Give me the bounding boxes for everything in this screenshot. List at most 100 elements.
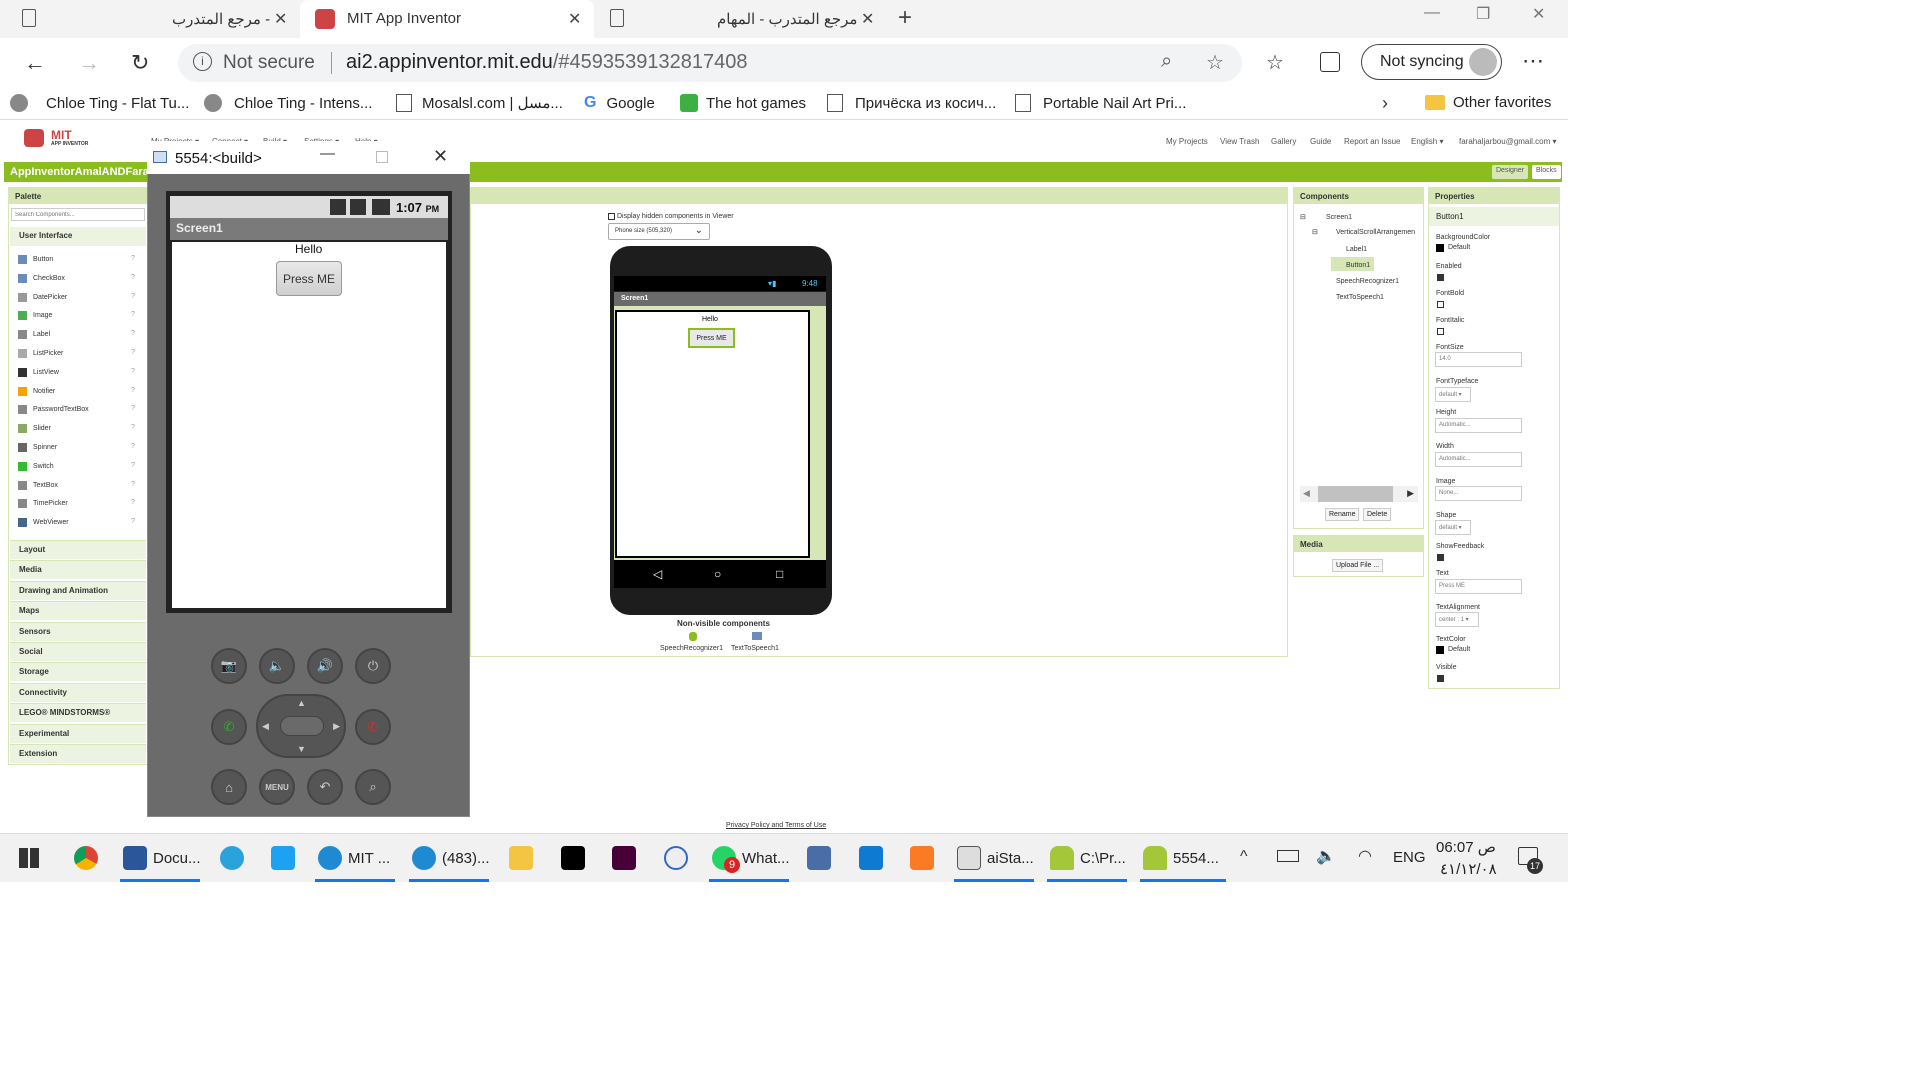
textalignment-select[interactable]: center : 1 ▾: [1435, 612, 1479, 627]
designer-button[interactable]: Designer: [1492, 165, 1529, 179]
palette-item-webviewer[interactable]: WebViewer: [18, 518, 69, 528]
showfeedback-checkbox[interactable]: [1437, 554, 1444, 561]
app-a-icon[interactable]: [664, 846, 688, 870]
help-icon[interactable]: ?: [131, 330, 135, 337]
volume-icon[interactable]: 🔈: [1316, 846, 1336, 866]
call-icon[interactable]: ✆: [211, 709, 247, 745]
palette-item-listview[interactable]: ListView: [18, 367, 59, 377]
nonvisible-tts[interactable]: TextToSpeech1: [731, 645, 779, 652]
components-scrollbar[interactable]: ◀ ▶: [1300, 486, 1418, 502]
xampp-icon[interactable]: [910, 846, 934, 870]
mit-logo[interactable]: MIT APP INVENTOR: [22, 127, 102, 151]
dpad[interactable]: ▲ ▼ ◀ ▶: [256, 694, 346, 758]
scroll-right-icon[interactable]: ▶: [1407, 488, 1414, 499]
url-text[interactable]: ai2.appinventor.mit.edu/#459353913281740…: [346, 51, 747, 74]
emulator-maximize-icon[interactable]: [376, 151, 388, 163]
help-icon[interactable]: ?: [131, 462, 135, 469]
palette-item-label[interactable]: Label: [18, 330, 50, 340]
tree-toggle[interactable]: ⊟: [1312, 228, 1318, 236]
palette-item-listpicker[interactable]: ListPicker: [18, 349, 63, 358]
tree-button1[interactable]: Button1: [1346, 262, 1370, 269]
volume-down-icon[interactable]: 🔈: [259, 648, 295, 684]
forward-icon[interactable]: →: [78, 50, 100, 76]
menu-button[interactable]: MENU: [259, 769, 295, 805]
favorites-icon[interactable]: ☆: [1266, 50, 1284, 75]
language-indicator[interactable]: ENG: [1393, 849, 1426, 866]
windows-start-icon[interactable]: [19, 848, 39, 868]
bookmark-5[interactable]: The hot games: [680, 94, 806, 112]
chrome-icon[interactable]: [74, 846, 98, 870]
bookmark-4[interactable]: G Google: [584, 94, 655, 112]
palette-category[interactable]: Drawing and Animation: [10, 580, 146, 600]
virtualbox-icon[interactable]: [807, 846, 831, 870]
palette-item-passwordtextbox[interactable]: PasswordTextBox: [18, 405, 89, 415]
end-call-icon[interactable]: ✆: [355, 709, 391, 745]
enabled-checkbox[interactable]: [1437, 274, 1444, 281]
star-icon[interactable]: ☆: [1206, 50, 1224, 75]
bookmark-6[interactable]: Причёска из косич...: [827, 94, 996, 112]
fontbold-checkbox[interactable]: [1437, 301, 1444, 308]
tree-toggle[interactable]: ⊟: [1300, 213, 1306, 221]
palette-category[interactable]: Maps: [10, 601, 146, 621]
palette-item-switch[interactable]: Switch: [18, 461, 54, 471]
fontsize-input[interactable]: 14.0: [1435, 352, 1522, 367]
close-icon[interactable]: ✕: [274, 9, 287, 29]
tab-2[interactable]: MIT App Inventor ✕: [300, 0, 594, 38]
adobe-xd-icon[interactable]: [612, 846, 636, 870]
search-icon[interactable]: ⌕: [1161, 50, 1172, 73]
link-guide[interactable]: Guide: [1310, 137, 1331, 146]
help-icon[interactable]: ?: [131, 293, 135, 300]
palette-item-textbox[interactable]: TextBox: [18, 480, 58, 490]
dpad-up-icon[interactable]: ▲: [297, 698, 306, 708]
palette-item-slider[interactable]: Slider: [18, 424, 51, 434]
viewer-button[interactable]: Press ME: [688, 328, 735, 348]
link-view-trash[interactable]: View Trash: [1220, 137, 1259, 146]
palette-item-checkbox[interactable]: CheckBox: [18, 273, 65, 283]
help-icon[interactable]: ?: [131, 255, 135, 262]
taskbar-edge-483[interactable]: (483)...: [412, 846, 490, 870]
fontitalic-checkbox[interactable]: [1437, 328, 1444, 335]
palette-item-button[interactable]: Button: [18, 255, 53, 264]
blocks-button[interactable]: Blocks: [1532, 165, 1561, 179]
height-input[interactable]: Automatic...: [1435, 418, 1522, 433]
rename-button[interactable]: Rename: [1325, 508, 1360, 521]
palette-category[interactable]: Media: [10, 560, 146, 580]
emulator-close-icon[interactable]: ✕: [433, 146, 448, 167]
taskbar-cmd[interactable]: C:\Pr...: [1050, 846, 1126, 870]
close-icon[interactable]: ✕: [568, 9, 581, 29]
taskbar-aistarter[interactable]: aiSta...: [957, 846, 1034, 870]
help-icon[interactable]: ?: [131, 311, 135, 318]
other-favorites[interactable]: Other favorites: [1425, 94, 1551, 111]
battery-tray-icon[interactable]: [1277, 850, 1299, 862]
new-tab-button[interactable]: +: [898, 4, 912, 32]
taskbar-word[interactable]: Docu...: [123, 846, 201, 870]
bgcolor-swatch[interactable]: [1436, 244, 1444, 252]
help-icon[interactable]: ?: [131, 443, 135, 450]
home-icon[interactable]: ⌂: [211, 769, 247, 805]
dpad-left-icon[interactable]: ◀: [262, 721, 269, 732]
restore-icon[interactable]: ❐: [1476, 4, 1490, 24]
nonvisible-speech[interactable]: SpeechRecognizer1: [660, 645, 723, 652]
help-icon[interactable]: ?: [131, 368, 135, 375]
search-icon[interactable]: ⌕: [355, 769, 391, 805]
tab-1[interactable]: مرجع المتدرب - ✕: [0, 0, 300, 38]
upload-file-button[interactable]: Upload File ...: [1332, 559, 1384, 572]
palette-search-input[interactable]: [11, 208, 145, 221]
emulator-minimize-icon[interactable]: —: [320, 145, 335, 162]
image-input[interactable]: None...: [1435, 486, 1522, 501]
dpad-center[interactable]: [280, 716, 324, 736]
palette-item-notifier[interactable]: Notifier: [18, 386, 55, 396]
palette-section-header[interactable]: User Interface: [10, 227, 146, 246]
scroll-left-icon[interactable]: ◀: [1303, 488, 1310, 499]
text-input[interactable]: Press ME: [1435, 579, 1522, 594]
help-icon[interactable]: ?: [131, 349, 135, 356]
help-icon[interactable]: ?: [131, 387, 135, 394]
visible-checkbox[interactable]: [1437, 675, 1444, 682]
help-icon[interactable]: ?: [131, 499, 135, 506]
bookmark-1[interactable]: Chloe Ting - Flat Tu...: [10, 94, 189, 112]
tree-screen1[interactable]: Screen1: [1326, 214, 1352, 221]
footer-link[interactable]: Privacy Policy and Terms of Use: [726, 822, 826, 829]
dpad-down-icon[interactable]: ▼: [297, 744, 306, 754]
help-icon[interactable]: ?: [131, 424, 135, 431]
fonttypeface-select[interactable]: default ▾: [1435, 387, 1471, 402]
